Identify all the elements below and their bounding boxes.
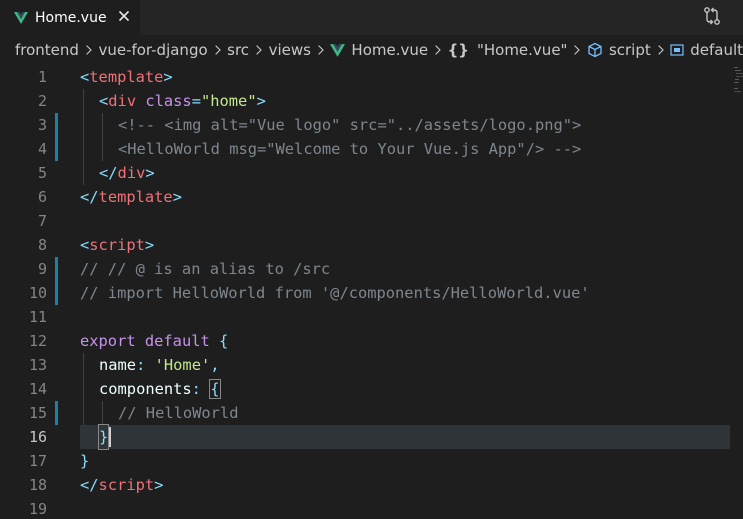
chevron-right-icon: [657, 45, 664, 55]
code-line[interactable]: 6 </template>: [0, 185, 743, 209]
code-line[interactable]: 19: [0, 497, 743, 519]
chevron-right-icon: [318, 45, 324, 55]
breadcrumb-item-module[interactable]: {} "Home.vue": [448, 41, 568, 59]
code-line[interactable]: 18 </script>: [0, 473, 743, 497]
breadcrumb-item-label: default: [690, 41, 743, 59]
code-text: }: [80, 452, 90, 470]
vue-icon: [330, 43, 346, 57]
line-number: 12: [28, 332, 47, 350]
editor-window: Home.vue frontend vue-for-django src vie…: [0, 0, 743, 519]
code-text: <template>: [80, 68, 173, 86]
breadcrumb-item-home-vue[interactable]: Home.vue: [330, 41, 428, 59]
breadcrumb-item-label: "Home.vue": [476, 41, 568, 59]
line-number: 17: [28, 452, 47, 470]
code-line[interactable]: 5 </div>: [0, 161, 743, 185]
code-line[interactable]: 15 // HelloWorld: [0, 401, 743, 425]
modified-gutter-indicator: [55, 137, 58, 161]
line-number: 16: [28, 428, 47, 446]
code-line[interactable]: 8 <script>: [0, 233, 743, 257]
code-line[interactable]: 14 components: {: [0, 377, 743, 401]
code-line[interactable]: 17 }: [0, 449, 743, 473]
line-number: 3: [37, 116, 47, 134]
cube-icon: [588, 42, 602, 58]
chevron-right-icon: [86, 45, 92, 55]
compare-changes-icon[interactable]: [702, 6, 722, 26]
code-text: <script>: [80, 236, 155, 254]
tab-home-vue[interactable]: Home.vue: [0, 0, 140, 35]
field-icon: [670, 44, 684, 56]
code-text: // import HelloWorld from '@/components/…: [80, 284, 590, 302]
line-number: 14: [28, 380, 47, 398]
code-editor[interactable]: 1 <template> 2 <div class="home"> 3 <!--…: [0, 65, 743, 519]
line-number: 1: [37, 68, 47, 86]
code-text: }: [97, 424, 110, 450]
chevron-right-icon: [214, 45, 221, 55]
code-text: </div>: [99, 164, 155, 182]
line-number: 18: [28, 476, 47, 494]
line-number: 15: [28, 404, 47, 422]
line-number: 9: [37, 260, 47, 278]
tab-label: Home.vue: [35, 9, 107, 26]
modified-gutter-indicator: [55, 281, 58, 305]
code-text: </script>: [80, 476, 164, 494]
breadcrumb-item-src[interactable]: src: [227, 41, 249, 59]
breadcrumb-item-default[interactable]: default: [670, 41, 743, 59]
code-line[interactable]: 2 <div class="home">: [0, 89, 743, 113]
chevron-right-icon: [435, 45, 441, 55]
breadcrumb: frontend vue-for-django src views Home.v…: [0, 35, 743, 65]
vue-icon: [14, 11, 28, 24]
line-number: 8: [37, 236, 47, 254]
current-line-highlight: [80, 425, 730, 449]
code-text: </template>: [80, 188, 182, 206]
breadcrumb-item-frontend[interactable]: frontend: [15, 41, 79, 59]
line-number: 5: [37, 164, 47, 182]
line-number: 11: [28, 308, 47, 326]
line-number: 13: [28, 356, 47, 374]
code-line[interactable]: 4 <HelloWorld msg="Welcome to Your Vue.j…: [0, 137, 743, 161]
chevron-right-icon: [256, 45, 262, 55]
modified-gutter-indicator: [55, 113, 58, 137]
breadcrumb-item-label: script: [608, 41, 651, 59]
breadcrumb-item-script[interactable]: script: [587, 41, 651, 59]
code-line[interactable]: 10 // import HelloWorld from '@/componen…: [0, 281, 743, 305]
line-number: 19: [28, 500, 47, 518]
breadcrumb-item-label: Home.vue: [351, 41, 429, 59]
code-text: <HelloWorld msg="Welcome to Your Vue.js …: [118, 140, 582, 158]
code-line[interactable]: 7: [0, 209, 743, 233]
code-line[interactable]: 12 export default {: [0, 329, 743, 353]
code-line[interactable]: 13 name: 'Home',: [0, 353, 743, 377]
line-number: 10: [28, 284, 47, 302]
breadcrumb-item-vue-for-django[interactable]: vue-for-django: [98, 41, 207, 59]
text-cursor: [109, 427, 111, 447]
code-line[interactable]: 3 <!-- <img alt="Vue logo" src="../asset…: [0, 113, 743, 137]
breadcrumb-item-views[interactable]: views: [269, 41, 311, 59]
code-line[interactable]: 1 <template>: [0, 65, 743, 89]
chevron-right-icon: [574, 45, 581, 55]
code-text: // HelloWorld: [118, 404, 239, 422]
modified-gutter-indicator: [55, 257, 58, 281]
line-number: 7: [37, 212, 47, 230]
code-line[interactable]: 11: [0, 305, 743, 329]
modified-gutter-indicator: [55, 401, 58, 425]
current-code-line[interactable]: 16 }: [0, 424, 743, 450]
close-icon[interactable]: [116, 8, 132, 24]
code-line[interactable]: 9 // // @ is an alias to /src: [0, 257, 743, 281]
braces-icon: {}: [447, 41, 469, 59]
line-number: 2: [37, 92, 47, 110]
code-text: // // @ is an alias to /src: [80, 260, 331, 278]
code-text: export default {: [80, 332, 229, 350]
code-text: name: 'Home',: [99, 356, 220, 374]
line-number: 6: [37, 188, 47, 206]
tab-bar: Home.vue: [0, 0, 743, 35]
line-number: 4: [37, 140, 47, 158]
code-text: <div class="home">: [99, 92, 266, 110]
code-text: <!-- <img alt="Vue logo" src="../assets/…: [118, 116, 582, 134]
code-text: components: {: [99, 379, 221, 399]
